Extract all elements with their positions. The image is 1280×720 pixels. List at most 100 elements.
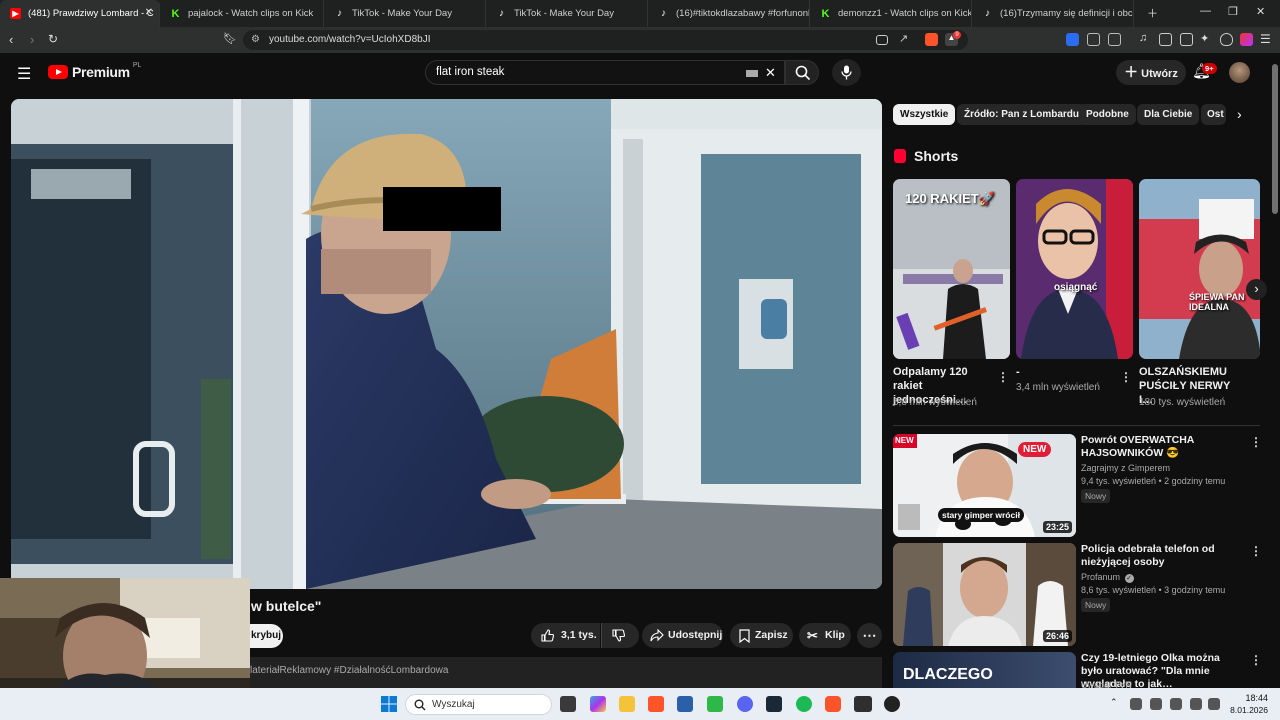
music-icon[interactable]: ♫ — [1139, 32, 1152, 45]
obs-icon[interactable] — [884, 696, 900, 712]
close-icon[interactable]: ✕ — [145, 7, 153, 18]
extension-icon[interactable] — [1066, 33, 1079, 46]
sidebar-icon[interactable] — [1159, 33, 1172, 46]
window-close-icon[interactable]: ✕ — [1256, 5, 1265, 18]
save-button[interactable]: Zapisz — [730, 623, 793, 648]
video-title[interactable]: Policja odebrała telefon od nieżyjącej o… — [1081, 543, 1243, 569]
search-icon — [795, 65, 811, 81]
vpn-icon[interactable] — [1220, 33, 1233, 46]
taskbar-search[interactable]: Wyszukaj — [405, 694, 552, 715]
forward-icon[interactable]: › — [30, 32, 34, 47]
tray-overflow-icon[interactable]: ⌃ — [1110, 697, 1118, 708]
more-actions-button[interactable]: ⋯ — [857, 623, 882, 648]
more-vert-icon[interactable]: ⋮ — [1250, 653, 1262, 667]
reload-icon[interactable]: ↻ — [48, 32, 58, 46]
voice-search-button[interactable] — [832, 59, 861, 86]
browser-tab[interactable]: K pajalock - Watch clips on Kick — [160, 0, 324, 27]
short-card[interactable]: osiągnąć — [1016, 179, 1133, 359]
scrollbar[interactable] — [1270, 56, 1280, 688]
clock-time[interactable]: 18:44 — [1232, 693, 1268, 703]
scrollbar-thumb[interactable] — [1272, 64, 1278, 214]
app-icon[interactable] — [854, 696, 872, 712]
spotify-icon[interactable] — [796, 696, 812, 712]
restore-icon[interactable]: ❐ — [1228, 5, 1238, 18]
discord-icon[interactable] — [737, 696, 753, 712]
video-thumbnail[interactable]: NEW NEW stary gimper wrócił 23:25 — [893, 434, 1076, 537]
tray-icon[interactable] — [1170, 698, 1182, 710]
brave-shield-icon[interactable] — [925, 33, 938, 46]
channel-name[interactable]: Profanum ✓ — [1081, 572, 1134, 583]
volume-icon[interactable] — [1208, 698, 1220, 710]
back-icon[interactable]: ‹ — [9, 32, 13, 47]
chips-next-icon[interactable]: › — [1237, 106, 1242, 122]
browser-tab[interactable]: ♪ (16)#tiktokdlazabawy #forfunonly 💜 — [648, 0, 810, 27]
extension-icon[interactable] — [1087, 33, 1100, 46]
browser-tab[interactable]: ♪ (16)Trzymamy się definicji i obchod — [972, 0, 1134, 27]
description-box[interactable]: lateriałReklamowy #DziałalnośćLombardowa — [250, 657, 882, 688]
wallet-icon[interactable] — [1180, 33, 1193, 46]
video-thumbnail[interactable]: DLACZEGO — [893, 652, 1076, 688]
more-vert-icon[interactable]: ⋮ — [1250, 435, 1262, 449]
video-title[interactable]: Powrót OVERWATCHA HAJSOWNIKÓW 😎 — [1081, 434, 1243, 460]
clip-button[interactable]: ✂ Klip — [799, 623, 851, 648]
share-page-icon[interactable]: ↗ — [899, 32, 912, 45]
hamburger-menu-icon[interactable]: ☰ — [17, 64, 31, 84]
extension-icon[interactable] — [1108, 33, 1121, 46]
address-bar[interactable]: ⚙ youtube.com/watch?v=UcIohXD8bJI — [243, 30, 968, 50]
video-thumbnail[interactable]: 26:46 — [893, 543, 1076, 646]
browser-tab[interactable]: ▶ (481) Prawdziwy Lombard - C ✕ — [0, 0, 160, 27]
brave-window-icon[interactable] — [825, 696, 841, 712]
app-icon[interactable] — [677, 696, 693, 712]
brave-browser-icon[interactable] — [648, 696, 664, 712]
chip-related[interactable]: Podobne — [1079, 104, 1136, 125]
share-button[interactable]: Udostępnij — [642, 623, 723, 648]
avatar[interactable] — [1229, 62, 1250, 83]
search-button[interactable] — [785, 60, 819, 85]
like-button[interactable]: 3,1 tys. — [531, 623, 600, 648]
shorts-next-icon[interactable]: › — [1246, 279, 1267, 300]
chip-all[interactable]: Wszystkie — [893, 104, 956, 125]
youtube-logo[interactable]: Premium PL — [48, 62, 141, 80]
leo-icon[interactable]: ✦ — [1200, 32, 1213, 45]
browser-tab[interactable]: K demonzz1 - Watch clips on Kick — [810, 0, 972, 27]
chip-recent[interactable]: Ost — [1201, 104, 1226, 125]
more-vert-icon[interactable]: ⋮ — [1120, 370, 1132, 384]
clip-label: Klip — [825, 629, 845, 641]
more-vert-icon[interactable]: ⋮ — [997, 370, 1009, 384]
chip-for-you[interactable]: Dla Ciebie — [1137, 104, 1200, 125]
chip-source[interactable]: Źródło: Pan z Lombardu — [957, 104, 1086, 125]
share-label: Udostępnij — [668, 629, 723, 641]
clock-date[interactable]: 8.01.2026 — [1224, 705, 1268, 715]
short-card[interactable]: 120 RAKIET🚀 — [893, 179, 1010, 359]
tab-title: pajalock - Watch clips on Kick — [188, 8, 314, 19]
menu-icon[interactable]: ☰ — [1260, 32, 1271, 46]
more-vert-icon[interactable]: ⋮ — [1250, 544, 1262, 558]
tray-icon[interactable] — [1130, 698, 1142, 710]
site-info-icon[interactable]: ⚙ — [251, 30, 260, 50]
file-explorer-icon[interactable] — [619, 696, 635, 712]
keyboard-icon[interactable] — [746, 70, 758, 77]
task-view-icon[interactable] — [560, 696, 576, 712]
app-icon[interactable] — [707, 696, 723, 712]
subscribe-button[interactable]: krybuj — [250, 624, 283, 648]
minimize-icon[interactable]: — — [1200, 5, 1211, 17]
profile-icon[interactable] — [1240, 33, 1253, 46]
steam-icon[interactable] — [766, 696, 782, 712]
copilot-icon[interactable] — [590, 696, 606, 712]
video-player[interactable] — [11, 99, 882, 589]
browser-tab[interactable]: ♪ TikTok - Make Your Day — [324, 0, 486, 27]
browser-tab[interactable]: ♪ TikTok - Make Your Day — [486, 0, 648, 27]
tray-icon[interactable] — [1150, 698, 1162, 710]
windows-start-icon[interactable] — [381, 696, 397, 712]
short-card[interactable]: ŚPIEWA PAN IDEALNA — [1139, 179, 1260, 359]
bookmark-icon[interactable]: 🔖︎ — [223, 32, 237, 45]
channel-name[interactable]: Zagrajmy z Gimperem — [1081, 463, 1170, 473]
create-button[interactable]: ＋ Utwórz — [1116, 60, 1186, 85]
channel-name[interactable]: Uwaga! TVN — [1081, 680, 1132, 688]
network-icon[interactable] — [1190, 698, 1202, 710]
cast-icon[interactable] — [876, 35, 888, 45]
search-input[interactable]: flat iron steak ✕ — [425, 60, 785, 85]
new-tab-icon[interactable]: ＋ — [1147, 5, 1158, 21]
clear-search-icon[interactable]: ✕ — [765, 61, 776, 84]
dislike-button[interactable] — [601, 623, 639, 648]
